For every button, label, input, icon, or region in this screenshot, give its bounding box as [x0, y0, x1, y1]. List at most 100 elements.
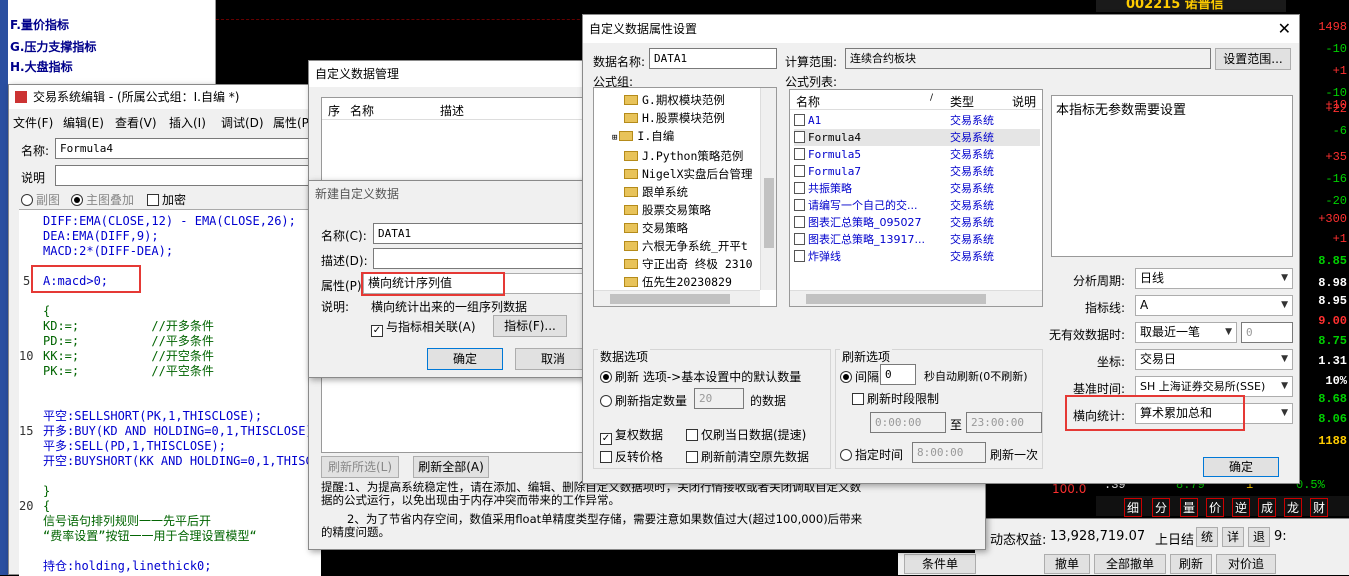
tree-item[interactable]: NigelX实盘后台管理 — [624, 165, 753, 183]
list-item[interactable]: Formula5 交易系统 — [794, 146, 1040, 163]
tree-item[interactable]: 交易策略 — [624, 219, 753, 237]
encrypt-checkbox[interactable]: 加密 — [147, 191, 186, 208]
time-to-input[interactable]: 23:00:00 — [966, 412, 1042, 433]
refresh-all-button[interactable]: 刷新全部(A) — [413, 456, 489, 478]
indicator-menu-item[interactable]: H.大盘指标 — [10, 58, 73, 75]
cancel-button[interactable]: 取消 — [515, 348, 591, 370]
refresh-count-input[interactable]: 20 — [694, 388, 744, 409]
cancel-order-button[interactable]: 撤单 — [1044, 554, 1090, 574]
cancel-all-button[interactable]: 全部撤单 — [1094, 554, 1166, 574]
list-item[interactable]: 图表汇总策略_13917... 交易系统 — [794, 231, 1040, 248]
set-range-button[interactable]: 设置范围... — [1215, 48, 1291, 70]
period-select[interactable]: 日线 ▼ — [1135, 268, 1293, 289]
invalid-value-input[interactable]: 0 — [1241, 322, 1293, 343]
list-item[interactable]: A1 交易系统 — [794, 112, 1040, 129]
menu-insert[interactable]: 插入(I) — [169, 114, 206, 131]
tab-price[interactable]: 价 — [1206, 498, 1225, 517]
vertical-scrollbar[interactable] — [760, 88, 776, 290]
quote-value: 1188 — [1318, 434, 1347, 448]
horizontal-scrollbar[interactable] — [594, 290, 760, 306]
today-only-checkbox[interactable]: 仅刷当日数据(提速) — [686, 426, 806, 443]
refresh-default-radio[interactable]: 刷新 选项->基本设置中的默认数量 — [600, 368, 801, 385]
time-limit-checkbox[interactable]: 刷新时段限制 — [852, 390, 939, 407]
menu-debug[interactable]: 调试(D) — [221, 114, 264, 131]
tab-detail[interactable]: 细 — [1124, 498, 1143, 517]
data-name-input[interactable]: DATA1 — [649, 48, 777, 69]
checkbox-icon — [147, 194, 159, 206]
data-name-input[interactable]: DATA1 — [373, 223, 595, 244]
interval-input[interactable]: 0 — [880, 364, 916, 385]
menu-file[interactable]: 文件(F) — [13, 114, 53, 131]
adjusted-data-checkbox[interactable]: ✓ 复权数据 — [600, 426, 663, 445]
refresh-count-radio[interactable]: 刷新指定数量 — [600, 392, 687, 409]
tab-dragon[interactable]: 龙 — [1284, 498, 1303, 517]
desc-input[interactable] — [55, 165, 325, 186]
folder-icon — [624, 205, 638, 215]
list-item[interactable]: Formula4 交易系统 — [794, 129, 1040, 146]
tree-item[interactable]: ⊞ I.自编 — [612, 127, 753, 147]
formula-group-tree[interactable]: G.期权模块范例 H.股票模块范例 ⊞ I.自编 J.Python策略范例 Nig… — [593, 87, 777, 307]
exit-button[interactable]: 退 — [1248, 527, 1270, 547]
list-item[interactable]: 图表汇总策略_095027 交易系统 — [794, 214, 1040, 231]
checkbox-checked-icon: ✓ — [371, 325, 383, 337]
fixed-time-input[interactable]: 8:00:00 — [912, 442, 986, 463]
formula-icon — [794, 148, 805, 160]
list-item[interactable]: 请编写一个自己的交... 交易系统 — [794, 197, 1040, 214]
indicator-menu-item[interactable]: G.压力支撑指标 — [10, 38, 96, 55]
list-item[interactable]: 共振策略 交易系统 — [794, 180, 1040, 197]
ok-button[interactable]: 确定 — [1203, 457, 1279, 477]
tab-deal[interactable]: 成 — [1258, 498, 1277, 517]
base-time-select[interactable]: SH 上海证券交易所(SSE) ▼ — [1135, 376, 1293, 397]
indicator-menu-item[interactable]: F.量价指标 — [10, 16, 69, 33]
code-line: 平多:SELL(PD,1,THISCLOSE); — [43, 439, 226, 453]
code-line: 开空:BUYSHORT(KK AND HOLDING=0,1,THISCL — [43, 454, 320, 468]
menu-view[interactable]: 查看(V) — [115, 114, 157, 131]
indicator-button[interactable]: 指标(F)... — [493, 315, 567, 337]
menu-edit[interactable]: 编辑(E) — [63, 114, 104, 131]
tree-item[interactable]: 伍先生20230829 — [624, 273, 753, 291]
conditional-order-button[interactable]: 条件单 — [904, 554, 976, 574]
chase-price-button[interactable]: 对价追 — [1216, 554, 1276, 574]
tree-item[interactable]: G.期权模块范例 — [624, 91, 753, 109]
data-desc-input[interactable] — [373, 248, 595, 269]
name-label: 名称(C): — [321, 229, 367, 243]
tree-item[interactable]: H.股票模块范例 — [624, 109, 753, 127]
custom-data-properties: 自定义数据属性设置 ✕ 数据名称: DATA1 计算范围: 连续合约板块 设置范围… — [582, 14, 1300, 484]
tab-volume[interactable]: 量 — [1180, 498, 1199, 517]
formula-list[interactable]: 名称 / 类型 说明 A1 交易系统 Formula4 交易系统 Formula5 交… — [789, 89, 1043, 307]
link-indicator-checkbox[interactable]: ✓ 与指标相关联(A) — [371, 318, 476, 337]
calc-range-input[interactable]: 连续合约板块 — [845, 48, 1211, 69]
tree-item[interactable]: 六根无争系统_开平t — [624, 237, 753, 255]
tree-item[interactable]: 股票交易策略 — [624, 201, 753, 219]
formula-name-input[interactable]: Formula4 — [55, 138, 325, 159]
refresh-button[interactable]: 刷新 — [1170, 554, 1212, 574]
horizontal-scrollbar[interactable] — [790, 290, 1042, 306]
interval-radio[interactable]: 间隔 — [840, 368, 879, 385]
stat-button[interactable]: 统 — [1196, 527, 1218, 547]
subchart-radio[interactable]: 副图 — [21, 191, 60, 208]
code-line: } — [43, 484, 51, 498]
folder-icon — [624, 95, 638, 105]
list-item[interactable]: 炸弹线 交易系统 — [794, 248, 1040, 265]
fixed-time-radio[interactable]: 指定时间 — [840, 446, 903, 463]
tree-item[interactable]: 守正出奇 终极 2310 — [624, 255, 753, 273]
clear-before-refresh-checkbox[interactable]: 刷新前清空原先数据 — [686, 448, 809, 465]
ok-button[interactable]: 确定 — [427, 348, 503, 370]
invalid-data-select[interactable]: 取最近一笔 ▼ — [1135, 322, 1237, 343]
detail-button[interactable]: 详 — [1222, 527, 1244, 547]
list-item[interactable]: Formula7 交易系统 — [794, 163, 1040, 180]
tree-item[interactable]: J.Python策略范例 — [624, 147, 753, 165]
group-title: 数据选项 — [598, 348, 651, 365]
main-overlay-radio[interactable]: 主图叠加 — [71, 191, 134, 208]
formula-icon — [794, 131, 805, 143]
tree-item[interactable]: 跟单系统 — [624, 183, 753, 201]
close-icon[interactable]: ✕ — [1278, 15, 1291, 43]
indicator-line-select[interactable]: A ▼ — [1135, 295, 1293, 316]
time-from-input[interactable]: 0:00:00 — [870, 412, 946, 433]
tab-reverse[interactable]: 逆 — [1232, 498, 1251, 517]
reverse-price-checkbox[interactable]: 反转价格 — [600, 448, 663, 465]
tab-split[interactable]: 分 — [1152, 498, 1171, 517]
refresh-selected-button[interactable]: 刷新所选(L) — [321, 456, 399, 478]
coord-select[interactable]: 交易日 ▼ — [1135, 349, 1293, 370]
tab-finance[interactable]: 财 — [1310, 498, 1329, 517]
